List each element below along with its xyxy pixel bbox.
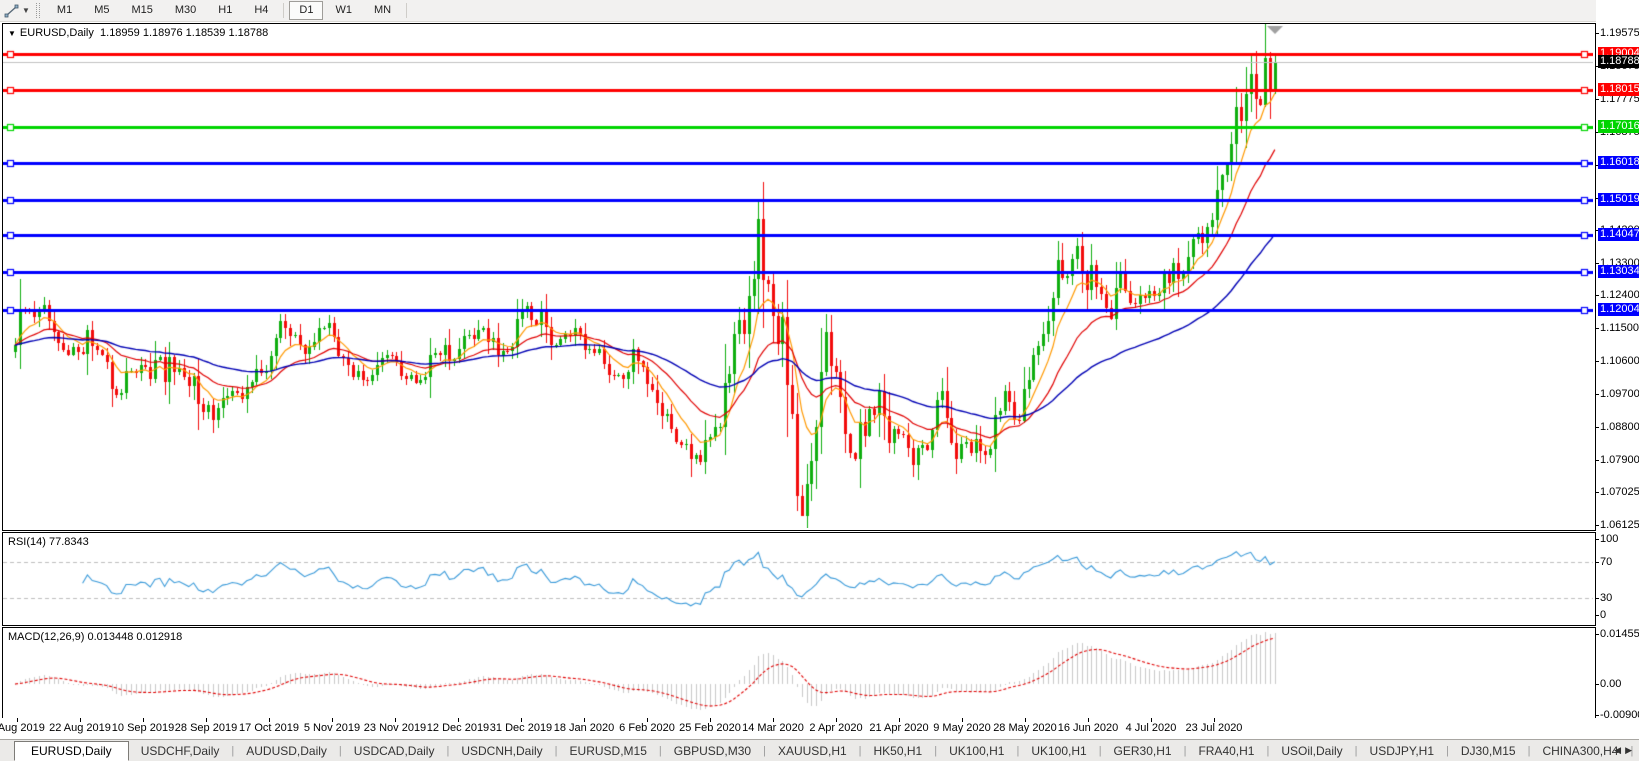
chart-ohlc-values: 1.18959 1.18976 1.18539 1.18788: [100, 27, 268, 39]
chart-symbol-label: EURUSD,Daily: [20, 27, 94, 39]
toolbar-grip[interactable]: [36, 3, 40, 18]
axis-tick-mark: [1596, 33, 1599, 34]
timeframe-button-h1[interactable]: H1: [208, 1, 242, 20]
axis-tick-mark: [1596, 460, 1599, 461]
rsi-canvas[interactable]: [3, 533, 1593, 623]
price-tick-label: 1.07025: [1600, 486, 1639, 498]
collapse-icon[interactable]: ▼: [8, 29, 16, 38]
chart-tab-usdjpy-h1[interactable]: USDJPY,H1: [1358, 742, 1446, 760]
axis-tick-mark: [1596, 525, 1599, 526]
axis-tick-mark: [1596, 492, 1599, 493]
rsi-tick-label: 30: [1600, 592, 1612, 604]
hline-price-tag[interactable]: 1.16018: [1598, 156, 1639, 169]
timeframe-button-m15[interactable]: M15: [121, 1, 162, 20]
price-tick-label: 1.07900: [1600, 454, 1639, 466]
rsi-tick-label: 100: [1600, 533, 1618, 545]
price-tick-label: 1.08800: [1600, 421, 1639, 433]
chevron-down-icon[interactable]: ▼: [22, 6, 30, 15]
chart-tab-dj30-m15[interactable]: DJ30,M15: [1449, 742, 1528, 760]
chart-tab-eurusd-daily[interactable]: EURUSD,Daily: [14, 741, 129, 761]
axis-tick-mark: [1596, 598, 1599, 599]
hline-price-tag[interactable]: 1.15019: [1598, 193, 1639, 206]
price-chart-canvas[interactable]: [3, 24, 1593, 528]
bid-price-tag[interactable]: 1.18788: [1598, 55, 1639, 68]
axis-tick-mark: [1596, 634, 1599, 635]
chart-tab-xauusd-h1[interactable]: XAUUSD,H1: [766, 742, 859, 760]
axis-tick-mark: [1596, 328, 1599, 329]
axis-tick-mark: [1596, 361, 1599, 362]
chart-tab-usdcnh-daily[interactable]: USDCNH,Daily: [449, 742, 554, 760]
macd-tick-label: -0.009001: [1600, 709, 1639, 721]
chart-tab-hk50-h1[interactable]: HK50,H1: [862, 742, 935, 760]
axis-tick-mark: [1596, 562, 1599, 563]
toolbar: ▼ M1M5M15M30H1H4 D1W1MN: [0, 0, 1639, 22]
macd-canvas[interactable]: [3, 628, 1593, 716]
price-tick-label: 1.09700: [1600, 388, 1639, 400]
hline-price-tag[interactable]: 1.12004: [1598, 303, 1639, 316]
chart-tab-ger30-h1[interactable]: GER30,H1: [1102, 742, 1184, 760]
price-tick-label: 1.11500: [1600, 322, 1639, 334]
axis-tick-mark: [1596, 99, 1599, 100]
chart-title[interactable]: ▼ EURUSD,Daily 1.18959 1.18976 1.18539 1.…: [8, 27, 268, 39]
macd-tick-label: 0.00: [1600, 678, 1621, 690]
timeframe-button-h4[interactable]: H4: [244, 1, 278, 20]
macd-label: MACD(12,26,9) 0.013448 0.012918: [8, 631, 182, 643]
chart-tab-usoil-daily[interactable]: USOil,Daily: [1269, 742, 1354, 760]
rsi-tick-label: 0: [1600, 609, 1606, 621]
main-chart-panel: ▼ EURUSD,Daily 1.18959 1.18976 1.18539 1.…: [2, 23, 1596, 531]
timeframe-button-m1[interactable]: M1: [47, 1, 82, 20]
price-tick-label: 1.10600: [1600, 355, 1639, 367]
macd-tick-label: 0.014556: [1600, 628, 1639, 640]
timeframe-button-m5[interactable]: M5: [84, 1, 119, 20]
timeframe-buttons: M1M5M15M30H1H4 D1W1MN: [46, 1, 411, 20]
price-tick-label: 1.12400: [1600, 289, 1639, 301]
rsi-label: RSI(14) 77.8343: [8, 536, 89, 548]
tab-scroll-arrows[interactable]: ◀▶: [1614, 745, 1636, 756]
hline-price-tag[interactable]: 1.14047: [1598, 228, 1639, 241]
axis-tick-mark: [1596, 539, 1599, 540]
toolbar-separator: [283, 3, 284, 18]
rsi-tick-label: 70: [1600, 556, 1612, 568]
timeframe-button-w1[interactable]: W1: [325, 1, 362, 20]
price-tick-label: 1.06125: [1600, 519, 1639, 531]
axis-tick-mark: [1596, 394, 1599, 395]
chart-tab-fra40-h1[interactable]: FRA40,H1: [1186, 742, 1266, 760]
axis-tick-mark: [1596, 715, 1599, 716]
axis-tick-mark: [1596, 263, 1599, 264]
chart-tab-usdcad-daily[interactable]: USDCAD,Daily: [342, 742, 447, 760]
axis-tick-mark: [1596, 295, 1599, 296]
timeframe-button-m30[interactable]: M30: [165, 1, 206, 20]
price-axis: 1.195751.186751.177751.168751.159751.150…: [1596, 0, 1639, 761]
axis-tick-mark: [1596, 427, 1599, 428]
macd-panel: MACD(12,26,9) 0.013448 0.012918: [2, 627, 1596, 719]
toolbar-separator: [406, 3, 407, 18]
chart-tab-audusd-daily[interactable]: AUDUSD,Daily: [234, 742, 339, 760]
rsi-panel: RSI(14) 77.8343: [2, 532, 1596, 626]
chart-tab-gbpusd-m30[interactable]: GBPUSD,M30: [662, 742, 763, 760]
chart-tab-uk100-h1[interactable]: UK100,H1: [937, 742, 1016, 760]
chart-tab-usdchf-daily[interactable]: USDCHF,Daily: [129, 742, 232, 760]
chart-tab-eurusd-m15[interactable]: EURUSD,M15: [558, 742, 659, 760]
mt4-window: ▼ M1M5M15M30H1H4 D1W1MN ▼ EURUSD,Daily 1.1…: [0, 0, 1639, 761]
line-tool-icon[interactable]: [2, 3, 21, 19]
axis-tick-mark: [1596, 615, 1599, 616]
price-tick-label: 1.19575: [1600, 27, 1639, 39]
hline-price-tag[interactable]: 1.13034: [1598, 265, 1639, 278]
timeframe-button-d1[interactable]: D1: [289, 1, 323, 20]
timeframe-button-mn[interactable]: MN: [364, 1, 401, 20]
date-axis: 3 Aug 201922 Aug 201910 Sep 201928 Sep 2…: [0, 718, 1596, 738]
date-label: 23 Jul 2020: [1169, 722, 1259, 734]
chart-tabs: EURUSD,DailyUSDCHF,Daily|AUDUSD,Daily|US…: [0, 739, 1639, 761]
chart-tab-uk100-h1[interactable]: UK100,H1: [1019, 742, 1098, 760]
hline-price-tag[interactable]: 1.18015: [1598, 83, 1639, 96]
hline-price-tag[interactable]: 1.17016: [1598, 120, 1639, 133]
axis-tick-mark: [1596, 684, 1599, 685]
